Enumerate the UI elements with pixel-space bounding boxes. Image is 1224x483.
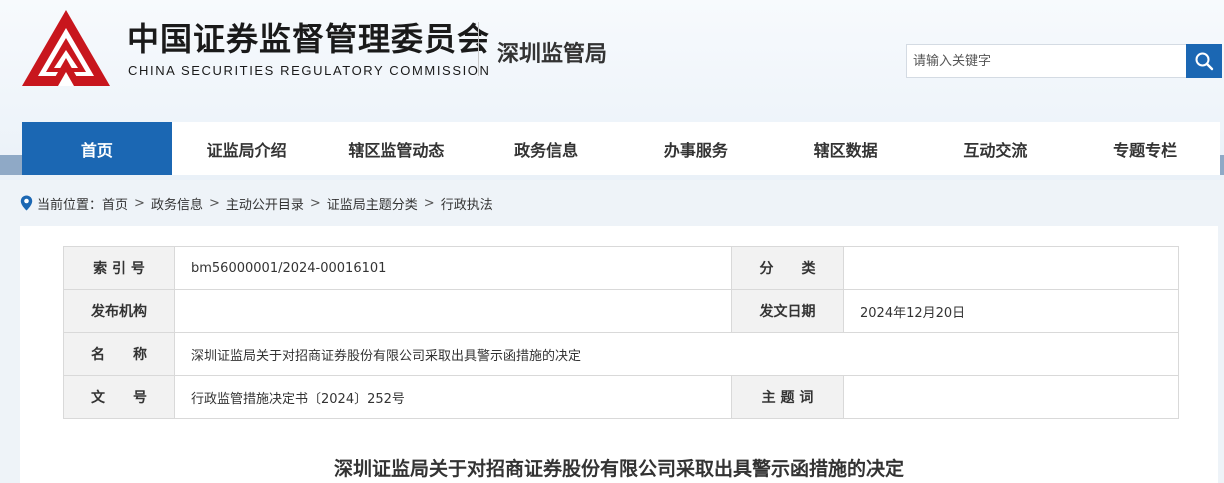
nav-item-government-info[interactable]: 政务信息 <box>471 122 621 175</box>
document-number-label: 文 号 <box>63 375 175 419</box>
table-row: 索 引 号 bm56000001/2024-00016101 分 类 <box>63 246 1179 290</box>
document-name-label: 名 称 <box>63 332 175 376</box>
table-row: 文 号 行政监管措施决定书〔2024〕252号 主 题 词 <box>63 375 1179 419</box>
category-value <box>843 246 1179 290</box>
table-row: 发布机构 发文日期 2024年12月20日 <box>63 289 1179 333</box>
search-icon <box>1194 51 1214 71</box>
document-title: 深圳证监局关于对招商证券股份有限公司采取出具警示函措施的决定 <box>333 458 904 480</box>
content-panel: 索 引 号 bm56000001/2024-00016101 分 类 发布机构 … <box>20 226 1218 483</box>
breadcrumb-separator: > <box>423 195 435 211</box>
breadcrumb-item-enforcement[interactable]: 行政执法 <box>441 194 493 213</box>
site-header: 中国证券监督管理委员会 CHINA SECURITIES REGULATORY … <box>0 0 1224 122</box>
org-name-en: CHINA SECURITIES REGULATORY COMMISSION <box>128 63 491 78</box>
issue-date-value: 2024年12月20日 <box>843 289 1179 333</box>
csrc-logo-icon[interactable] <box>20 8 112 90</box>
nav-item-home[interactable]: 首页 <box>22 122 172 175</box>
nav-item-services[interactable]: 办事服务 <box>621 122 771 175</box>
index-number-value: bm56000001/2024-00016101 <box>174 246 732 290</box>
keywords-value <box>843 375 1179 419</box>
breadcrumb-separator: > <box>309 195 321 211</box>
breadcrumb-item-home[interactable]: 首页 <box>102 194 128 213</box>
breadcrumb-prefix: 当前位置： <box>37 197 103 213</box>
issue-date-label: 发文日期 <box>731 289 844 333</box>
nav-item-special-topics[interactable]: 专题专栏 <box>1070 122 1220 175</box>
breadcrumb-item-topic-category[interactable]: 证监局主题分类 <box>327 194 418 213</box>
search-button[interactable] <box>1186 44 1222 78</box>
publisher-label: 发布机构 <box>63 289 175 333</box>
location-pin-icon <box>20 195 33 211</box>
publisher-value <box>174 289 732 333</box>
breadcrumb-separator: > <box>208 195 220 211</box>
category-label: 分 类 <box>731 246 844 290</box>
search-box <box>906 44 1187 78</box>
document-number-value: 行政监管措施决定书〔2024〕252号 <box>174 375 732 419</box>
breadcrumb-item-government-info[interactable]: 政务信息 <box>151 194 203 213</box>
nav-item-interaction[interactable]: 互动交流 <box>921 122 1071 175</box>
nav-item-data[interactable]: 辖区数据 <box>771 122 921 175</box>
document-name-value: 深圳证监局关于对招商证券股份有限公司采取出具警示函措施的决定 <box>174 332 1179 376</box>
breadcrumb-separator: > <box>134 195 145 211</box>
search-input[interactable] <box>907 45 1186 77</box>
main-nav: 首页 证监局介绍 辖区监管动态 政务信息 办事服务 辖区数据 互动交流 专题专栏 <box>22 122 1220 175</box>
nav-item-regulatory-news[interactable]: 辖区监管动态 <box>322 122 472 175</box>
org-name-cn: 中国证券监督管理委员会 <box>127 20 491 58</box>
breadcrumb-item-public-catalog[interactable]: 主动公开目录 <box>226 194 304 213</box>
header-divider <box>478 22 479 76</box>
table-row: 名 称 深圳证监局关于对招商证券股份有限公司采取出具警示函措施的决定 <box>63 332 1179 376</box>
bureau-name: 深圳监管局 <box>497 42 608 67</box>
index-number-label: 索 引 号 <box>63 246 175 290</box>
keywords-label: 主 题 词 <box>731 375 844 419</box>
document-meta-table: 索 引 号 bm56000001/2024-00016101 分 类 发布机构 … <box>63 246 1179 419</box>
nav-item-about[interactable]: 证监局介绍 <box>172 122 322 175</box>
breadcrumb: 当前位置： 首页 > 政务信息 > 主动公开目录 > 证监局主题分类 > 行政执… <box>20 194 493 213</box>
